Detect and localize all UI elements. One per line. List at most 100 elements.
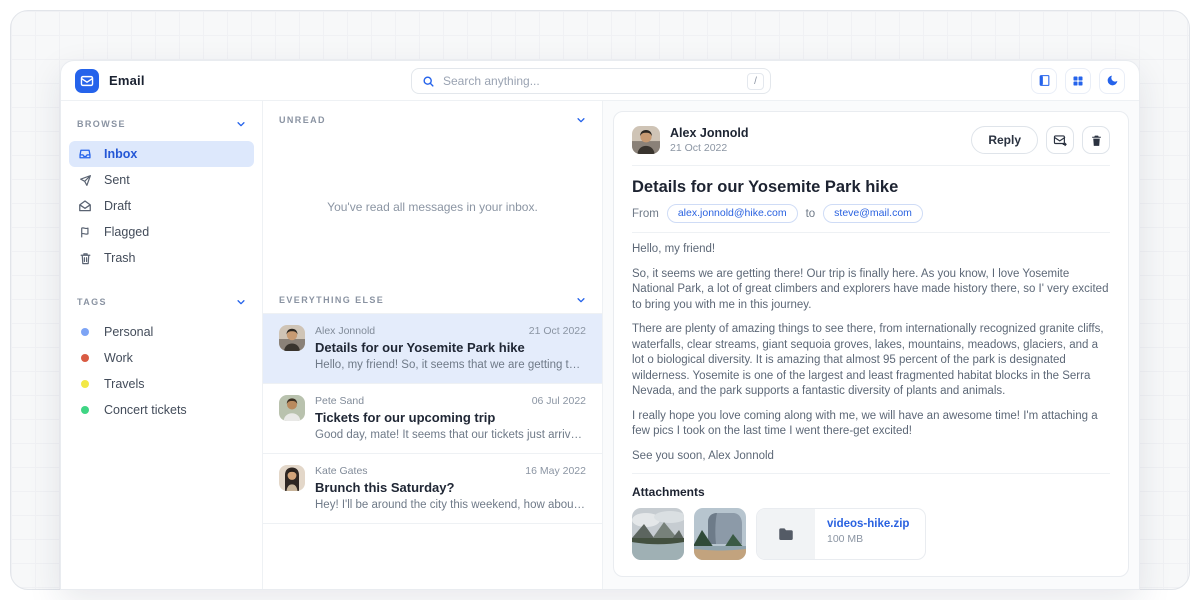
avatar (279, 325, 305, 351)
avatar (632, 126, 660, 154)
search-input[interactable] (443, 74, 739, 88)
tags-section-header[interactable]: TAGS (61, 293, 262, 311)
tag-item-personal[interactable]: Personal (69, 319, 254, 345)
search-bar[interactable]: / (411, 68, 771, 94)
tags-label: TAGS (77, 297, 107, 307)
tag-color-dot (81, 328, 89, 336)
email-preview: Hello, my friend! So, it seems that we a… (315, 359, 586, 371)
email-date: 21 Oct 2022 (529, 325, 586, 337)
unread-empty-message: You've read all messages in your inbox. (263, 133, 602, 281)
sidebar-item-flagged[interactable]: Flagged (69, 219, 254, 245)
detail-route: From alex.jonnold@hike.com to steve@mail… (632, 204, 1110, 233)
chevron-down-icon[interactable] (236, 297, 246, 307)
sidebar: BROWSE Inbox Sent (61, 101, 263, 590)
folder-icon (757, 509, 815, 559)
tag-label: Travels (104, 377, 145, 391)
search-shortcut-badge: / (747, 73, 764, 90)
body-paragraph: There are plenty of amazing things to se… (632, 322, 1110, 400)
photo-attachment-valley[interactable] (632, 508, 684, 560)
search-icon (422, 75, 435, 88)
sidebar-item-label: Draft (104, 199, 131, 213)
trash-icon (1090, 134, 1103, 147)
attachments-row: videos-hike.zip 100 MB (632, 508, 1110, 560)
everything-else-section-header[interactable]: EVERYTHING ELSE (263, 281, 602, 314)
chevron-down-icon[interactable] (576, 115, 586, 125)
detail-sender-name: Alex Jonnold (670, 126, 748, 140)
file-size: 100 MB (827, 533, 909, 545)
email-list-item[interactable]: Kate Gates 16 May 2022 Brunch this Satur… (263, 454, 602, 524)
grid-icon (1072, 75, 1084, 87)
browse-label: BROWSE (77, 119, 126, 129)
from-label: From (632, 208, 659, 220)
dark-mode-toggle[interactable] (1099, 68, 1125, 94)
email-sender: Pete Sand (315, 395, 364, 407)
tag-color-dot (81, 406, 89, 414)
detail-subject: Details for our Yosemite Park hike (632, 178, 1110, 197)
sidebar-item-label: Inbox (104, 147, 137, 161)
tag-item-work[interactable]: Work (69, 345, 254, 371)
email-sender: Alex Jonnold (315, 325, 375, 337)
email-list-item[interactable]: Alex Jonnold 21 Oct 2022 Details for our… (263, 314, 602, 384)
to-label: to (806, 208, 816, 220)
reply-button[interactable]: Reply (971, 126, 1038, 154)
forward-button[interactable] (1046, 126, 1074, 154)
sidebar-item-inbox[interactable]: Inbox (69, 141, 254, 167)
inbox-icon (78, 147, 92, 161)
everything-else-label: EVERYTHING ELSE (279, 295, 384, 305)
browse-section-header[interactable]: BROWSE (61, 115, 262, 133)
tag-item-travels[interactable]: Travels (69, 371, 254, 397)
tag-color-dot (81, 354, 89, 362)
body-paragraph: Hello, my friend! (632, 242, 1110, 258)
file-name: videos-hike.zip (827, 518, 909, 530)
book-icon (1038, 74, 1051, 87)
photo-attachment-half-dome[interactable] (694, 508, 746, 560)
trash-icon (78, 252, 92, 265)
tag-color-dot (81, 380, 89, 388)
tag-label: Work (104, 351, 133, 365)
message-detail-pane: Alex Jonnold 21 Oct 2022 Reply (603, 101, 1139, 590)
email-preview: Good day, mate! It seems that our ticket… (315, 429, 586, 441)
folder-nav: Inbox Sent Draft (61, 141, 262, 271)
detail-date: 21 Oct 2022 (670, 142, 748, 154)
message-body: Hello, my friend! So, it seems we are ge… (632, 233, 1110, 474)
tag-item-concert-tickets[interactable]: Concert tickets (69, 397, 254, 423)
apps-button[interactable] (1065, 68, 1091, 94)
email-subject: Details for our Yosemite Park hike (315, 340, 586, 355)
detail-actions: Reply (971, 126, 1110, 154)
sidebar-item-sent[interactable]: Sent (69, 167, 254, 193)
unread-label: UNREAD (279, 115, 326, 125)
flag-icon (78, 226, 92, 239)
sidebar-item-trash[interactable]: Trash (69, 245, 254, 271)
header-actions (1031, 68, 1125, 94)
avatar (279, 465, 305, 491)
email-sender: Kate Gates (315, 465, 368, 477)
email-list-item[interactable]: Pete Sand 06 Jul 2022 Tickets for our up… (263, 384, 602, 454)
unread-section-header[interactable]: UNREAD (263, 101, 602, 133)
email-date: 16 May 2022 (525, 465, 586, 477)
tags-nav: Personal Work Travels Concert tickets (61, 319, 262, 423)
avatar (279, 395, 305, 421)
contacts-button[interactable] (1031, 68, 1057, 94)
detail-header: Alex Jonnold 21 Oct 2022 Reply (632, 126, 1110, 166)
delete-button[interactable] (1082, 126, 1110, 154)
app-header: Email / (61, 61, 1139, 101)
send-icon (78, 174, 92, 187)
chevron-down-icon[interactable] (576, 295, 586, 305)
from-address-chip[interactable]: alex.jonnold@hike.com (667, 204, 798, 223)
sidebar-item-draft[interactable]: Draft (69, 193, 254, 219)
email-preview: Hey! I'll be around the city this weeken… (315, 499, 586, 511)
file-attachment[interactable]: videos-hike.zip 100 MB (756, 508, 926, 560)
email-app-window: Email / (60, 60, 1140, 590)
to-address-chip[interactable]: steve@mail.com (823, 204, 923, 223)
email-logo-icon (75, 69, 99, 93)
sidebar-item-label: Trash (104, 251, 136, 265)
body-paragraph: I really hope you love coming along with… (632, 409, 1110, 440)
mail-open-icon (78, 199, 92, 213)
message-list-column: UNREAD You've read all messages in your … (263, 101, 603, 590)
tag-label: Concert tickets (104, 403, 187, 417)
sidebar-item-label: Flagged (104, 225, 149, 239)
chevron-down-icon[interactable] (236, 119, 246, 129)
attachments-label: Attachments (632, 485, 1110, 499)
email-subject: Brunch this Saturday? (315, 480, 586, 495)
sidebar-item-label: Sent (104, 173, 130, 187)
